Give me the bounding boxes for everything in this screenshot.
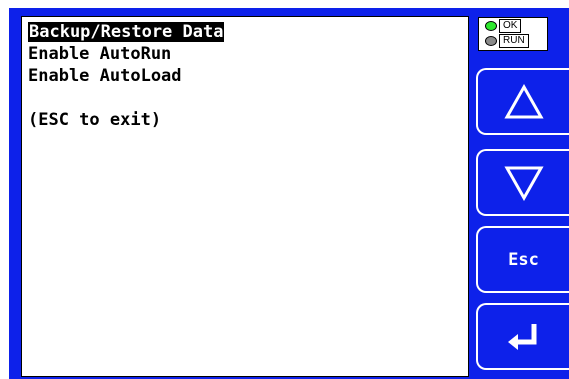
ok-label: OK — [499, 19, 522, 33]
menu-item-label: Enable AutoRun — [28, 44, 172, 64]
menu-item-backup-restore[interactable]: Backup/Restore Data — [28, 21, 225, 43]
menu-hint: (ESC to exit) — [28, 109, 224, 131]
status-panel: OK RUN — [478, 17, 548, 51]
menu-item-enable-autorun[interactable]: Enable AutoRun — [28, 43, 224, 65]
ok-led-icon — [485, 21, 497, 31]
enter-button[interactable] — [476, 303, 569, 370]
exit-hint-text: (ESC to exit) — [28, 110, 162, 130]
run-label: RUN — [499, 34, 529, 48]
run-led-icon — [485, 36, 497, 46]
menu-spacer — [28, 87, 224, 109]
hmi-frame: Backup/Restore Data Enable AutoRun Enabl… — [9, 8, 569, 379]
triangle-down-icon — [503, 166, 544, 201]
down-arrow-button[interactable] — [476, 149, 569, 216]
display-screen: Backup/Restore Data Enable AutoRun Enabl… — [21, 16, 469, 377]
triangle-up-icon — [503, 83, 544, 118]
menu-item-enable-autoload[interactable]: Enable AutoLoad — [28, 65, 224, 87]
enter-arrow-icon — [507, 323, 536, 350]
esc-label: Esc — [508, 249, 539, 270]
up-arrow-button[interactable] — [476, 68, 569, 135]
menu-list: Backup/Restore Data Enable AutoRun Enabl… — [28, 21, 225, 131]
menu-item-label: Enable AutoLoad — [28, 66, 182, 86]
esc-button[interactable]: Esc — [476, 226, 569, 293]
menu-item-label: Backup/Restore Data — [28, 22, 225, 42]
